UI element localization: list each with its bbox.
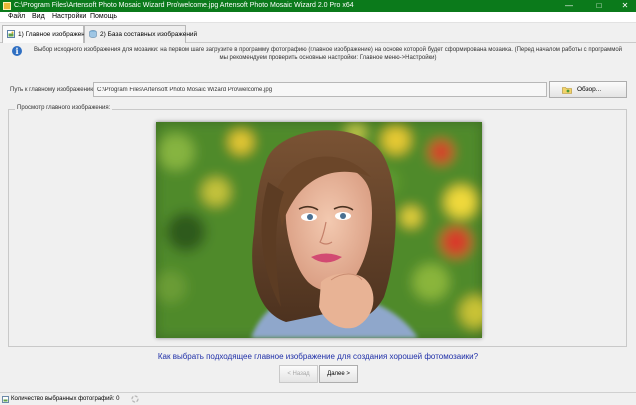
main-image-preview — [156, 122, 482, 338]
window-title: C:\Program Files\Artensoft Photo Mosaic … — [14, 2, 354, 9]
app-icon — [3, 2, 11, 10]
title-bar: C:\Program Files\Artensoft Photo Mosaic … — [0, 0, 636, 12]
status-bar: Количество выбранных фотографий: 0 — [0, 392, 636, 405]
main-content: i Выбор исходного изображения для мозаик… — [0, 43, 636, 392]
menu-help[interactable]: Помощь — [90, 13, 117, 20]
path-field[interactable] — [93, 82, 547, 97]
back-button[interactable]: < Назад — [279, 365, 318, 383]
status-text: Количество выбранных фотографий: 0 — [11, 396, 120, 402]
close-button[interactable]: ✕ — [614, 0, 636, 12]
tab-database[interactable]: 2) База составных изображений — [84, 25, 197, 43]
portrait-photo — [156, 122, 482, 338]
tab-database-label: 2) База составных изображений — [100, 31, 198, 38]
photos-icon — [2, 396, 9, 403]
tab-main-image[interactable]: 1) Главное изображение — [2, 25, 92, 44]
step-tabs: 1) Главное изображение 2) База составных… — [0, 23, 636, 44]
help-link[interactable]: Как выбрать подходящее главное изображен… — [0, 352, 636, 361]
next-button[interactable]: Далее > — [319, 365, 358, 383]
image-icon — [7, 30, 15, 38]
path-label: Путь к главному изображению: — [10, 87, 97, 93]
info-text: Выбор исходного изображения для мозаики:… — [33, 47, 623, 61]
minimize-button[interactable]: — — [558, 0, 580, 12]
menu-view[interactable]: Вид — [32, 13, 45, 20]
folder-add-icon — [562, 87, 572, 94]
loading-spinner-icon — [131, 395, 139, 403]
info-icon: i — [12, 46, 22, 56]
database-icon — [89, 30, 97, 38]
menu-file[interactable]: Файл — [8, 13, 25, 20]
maximize-button[interactable]: □ — [588, 0, 610, 12]
preview-legend: Просмотр главного изображения: — [15, 105, 113, 111]
preview-group: Просмотр главного изображения: — [8, 105, 627, 347]
tab-main-image-label: 1) Главное изображение — [18, 31, 93, 38]
menu-settings[interactable]: Настройки — [52, 13, 86, 20]
menu-bar: Файл Вид Настройки Помощь — [0, 12, 636, 23]
browse-button[interactable]: Обзор... — [549, 81, 627, 98]
browse-button-label: Обзор... — [577, 86, 602, 93]
